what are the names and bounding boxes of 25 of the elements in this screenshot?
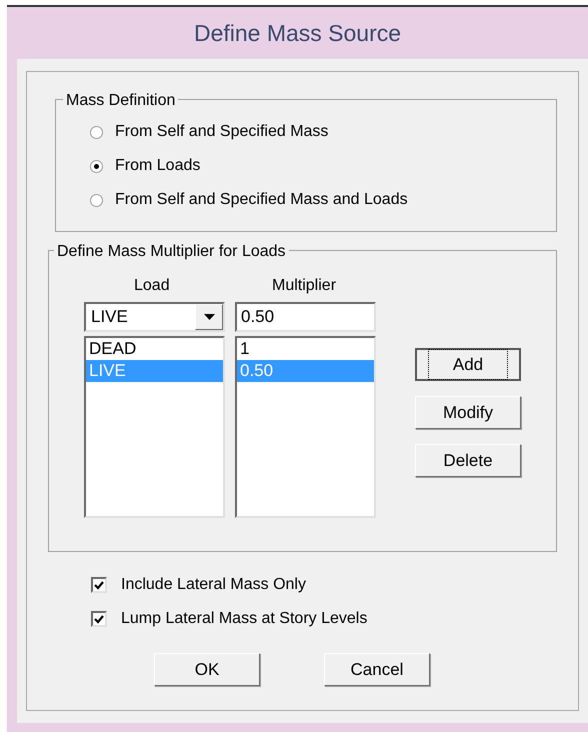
list-item[interactable]: 1 xyxy=(237,338,374,360)
window-title: Define Mass Source xyxy=(192,18,402,48)
radio-button[interactable] xyxy=(90,160,103,172)
checkbox-label: Lump Lateral Mass at Story Levels xyxy=(121,609,368,629)
dialog-button[interactable]: OK xyxy=(154,653,260,686)
dialog-button[interactable]: Add xyxy=(415,348,521,381)
list-item[interactable]: DEAD xyxy=(86,338,223,360)
radio-label: From Self and Specified Mass xyxy=(115,122,328,142)
radio-label: From Self and Specified Mass and Loads xyxy=(115,190,408,210)
radio-button[interactable] xyxy=(90,126,103,138)
check-icon xyxy=(94,580,104,590)
radio-label: From Loads xyxy=(115,156,200,176)
dialog-button[interactable]: Cancel xyxy=(324,653,430,686)
multiplier-field[interactable]: 0.50 xyxy=(235,302,376,332)
checkbox-label: Include Lateral Mass Only xyxy=(121,575,306,595)
check-icon xyxy=(94,614,104,624)
radio-button[interactable] xyxy=(90,194,103,206)
dialog-button[interactable]: Delete xyxy=(415,444,521,477)
load-dropdown[interactable]: LIVE xyxy=(84,302,225,332)
caret-icon xyxy=(204,314,214,320)
dialog-button[interactable]: Modify xyxy=(415,396,521,429)
column-header: Multiplier xyxy=(272,276,336,296)
checkbox[interactable] xyxy=(91,611,107,627)
column-header: Load xyxy=(134,276,170,296)
checkbox[interactable] xyxy=(91,577,107,593)
